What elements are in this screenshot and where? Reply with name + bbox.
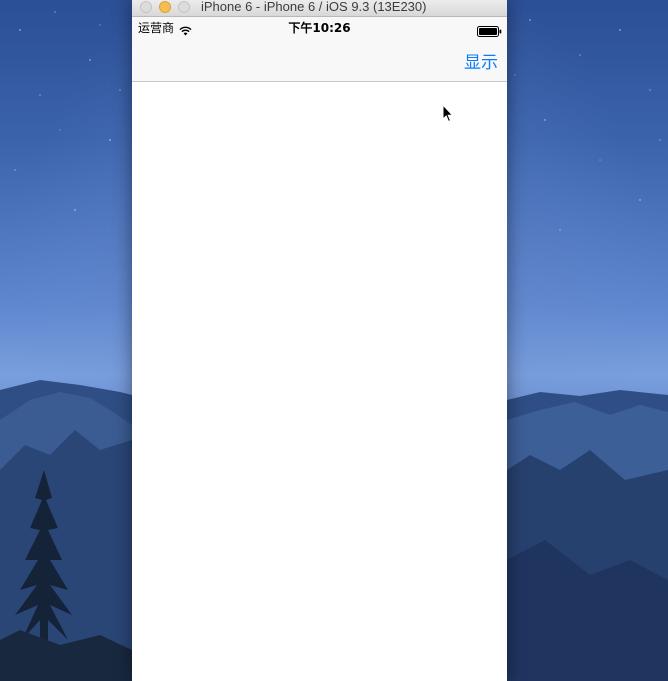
status-clock: 下午10:26 (288, 21, 351, 35)
window-title: iPhone 6 - iPhone 6 / iOS 9.3 (13E230) (201, 0, 427, 14)
window-minimize-button[interactable] (159, 1, 171, 13)
window-close-button[interactable] (140, 1, 152, 13)
content-area (132, 82, 507, 681)
show-button[interactable]: 显示 (464, 48, 498, 73)
simulator-window: iPhone 6 - iPhone 6 / iOS 9.3 (13E230) 运… (132, 0, 507, 681)
window-zoom-button[interactable] (178, 1, 190, 13)
window-titlebar[interactable]: iPhone 6 - iPhone 6 / iOS 9.3 (13E230) (132, 0, 507, 17)
ios-status-bar: 运营商 下午10:26 (132, 17, 507, 37)
navigation-bar: 显示 (132, 37, 507, 82)
mouse-cursor-icon (442, 103, 454, 127)
